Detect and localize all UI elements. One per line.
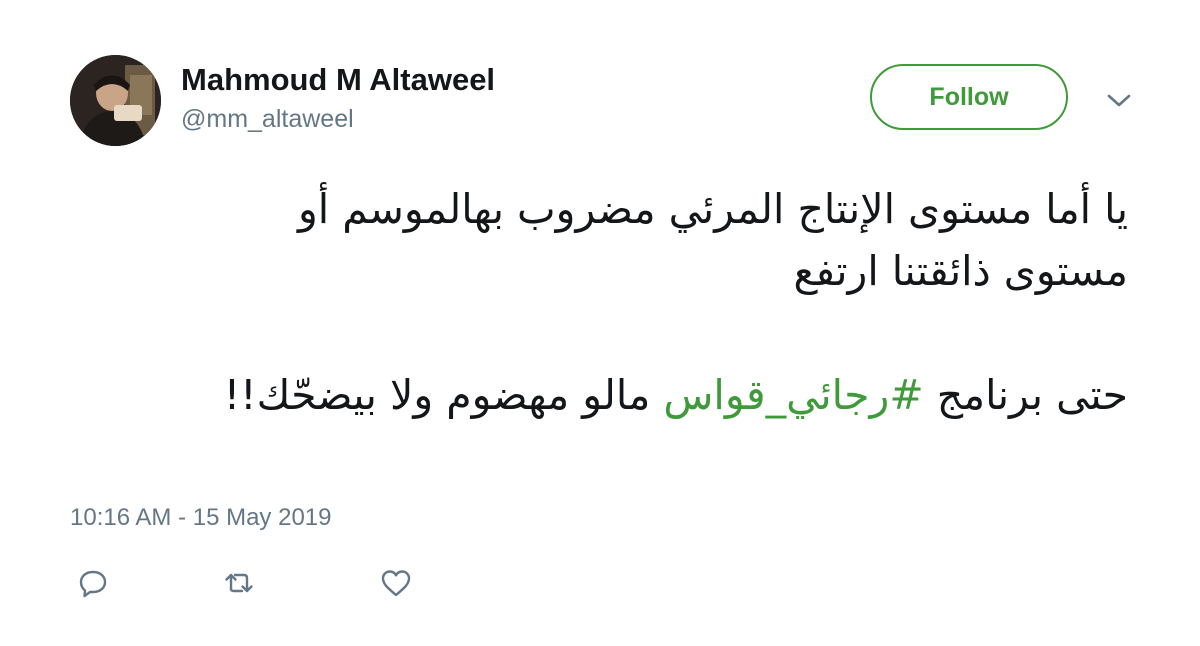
profile-photo-icon <box>70 55 161 146</box>
display-name[interactable]: Mahmoud M Altaweel <box>181 61 495 99</box>
tweet-card: Mahmoud M Altaweel @mm_altaweel Follow ي… <box>0 0 1200 646</box>
avatar[interactable] <box>70 55 161 146</box>
tweet-line-2: مستوى ذائقتنا ارتفع <box>793 247 1128 295</box>
tweet-timestamp[interactable]: 10:16 AM - 15 May 2019 <box>70 503 332 533</box>
user-handle[interactable]: @mm_altaweel <box>181 104 354 134</box>
chevron-down-icon[interactable] <box>1104 88 1134 112</box>
retweet-icon[interactable] <box>222 566 256 600</box>
tweet-paragraph-2: حتى برنامج #رجائي_قواس مالو مهضوم ولا بي… <box>68 364 1128 426</box>
tweet-paragraph-1: يا أما مستوى الإنتاج المرئي مضروب بهالمو… <box>68 178 1128 302</box>
tweet-text-segment: حتى برنامج <box>923 371 1128 419</box>
tweet-line-1: يا أما مستوى الإنتاج المرئي مضروب بهالمو… <box>297 185 1128 233</box>
reply-icon[interactable] <box>76 566 110 600</box>
like-icon[interactable] <box>379 566 413 600</box>
tweet-text: يا أما مستوى الإنتاج المرئي مضروب بهالمو… <box>68 178 1128 426</box>
follow-button[interactable]: Follow <box>870 64 1068 130</box>
hashtag-link[interactable]: #رجائي_قواس <box>663 371 923 419</box>
tweet-text-segment: مالو مهضوم ولا بيضحّك!! <box>223 371 664 419</box>
